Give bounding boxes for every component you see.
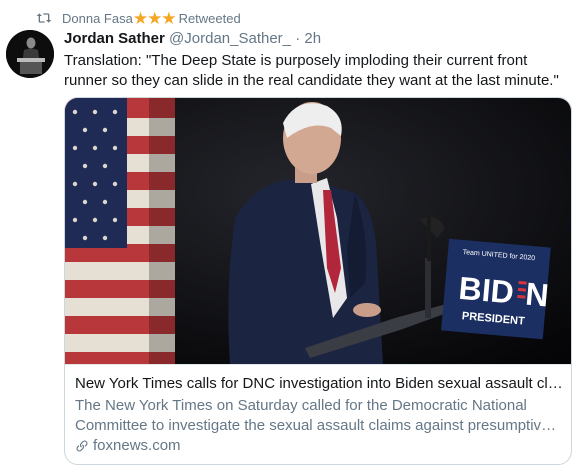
retweet-context: Donna Fasa ★★★ Retweeted [36,9,241,27]
display-name[interactable]: Jordan Sather [64,30,165,47]
avatar-image [6,30,54,78]
card-description-line-1: The New York Times on Saturday called fo… [75,397,527,414]
flag [65,98,175,364]
tweet-header: Jordan Sather @Jordan_Sather_ · 2h [64,30,321,47]
tweet-text: Translation: "The Deep State is purposel… [64,52,559,89]
card-title[interactable]: New York Times calls for DNC investigati… [75,374,563,394]
link-card[interactable]: Team UNITED for 2020 BID N PRESIDENT New… [64,97,572,465]
card-body[interactable]: New York Times calls for DNC investigati… [65,364,571,464]
retweet-icon [36,13,52,23]
card-description: The New York Times on Saturday called fo… [75,396,563,436]
star-emoji: ★★★ [132,8,177,28]
retweeted-label: Retweeted [178,10,241,26]
avatar[interactable] [6,30,54,78]
card-image[interactable]: Team UNITED for 2020 BID N PRESIDENT [65,98,571,364]
card-domain-text: foxnews.com [93,437,181,454]
retweeter-name[interactable]: Donna Fasa [62,11,133,26]
user-handle[interactable]: @Jordan_Sather_ [169,30,291,47]
sign-name-part2: N [524,276,550,314]
separator-dot: · [295,30,301,47]
sign-name-part1: BID [457,270,515,311]
card-description-line-2: Committee to investigate the sexual assa… [75,417,563,434]
link-icon [76,440,88,451]
campaign-sign: Team UNITED for 2020 BID N PRESIDENT [441,238,551,340]
card-domain[interactable]: foxnews.com [75,437,181,454]
timestamp[interactable]: 2h [304,30,321,47]
